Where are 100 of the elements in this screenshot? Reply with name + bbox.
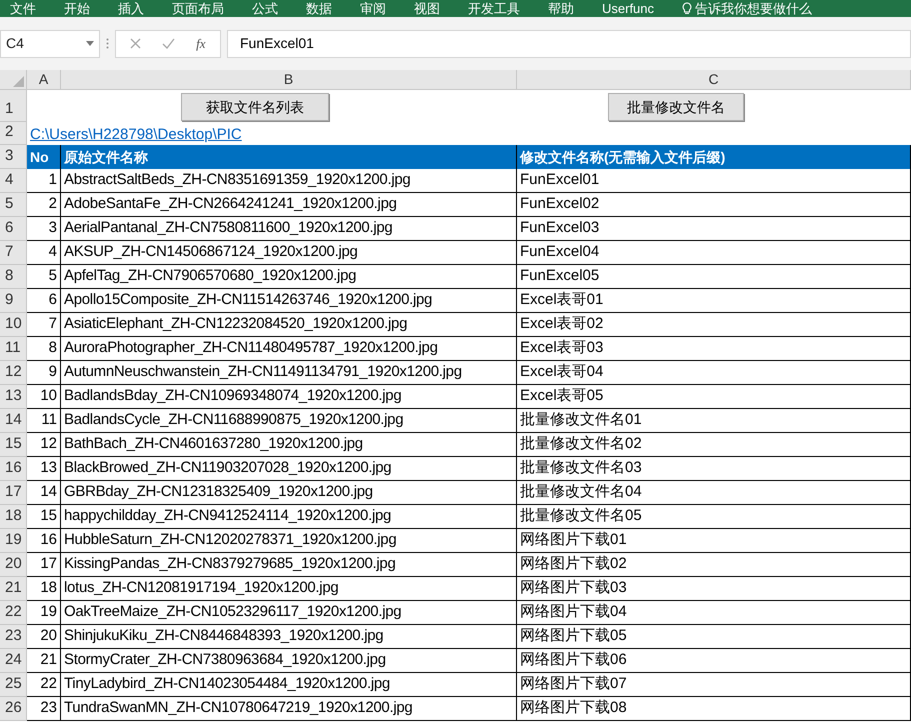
- number-cell: 16: [27, 529, 61, 553]
- row-header[interactable]: 17: [0, 481, 27, 505]
- filename-cell: AdobeSantaFe_ZH-CN2664241241_1920x1200.jpg: [61, 193, 517, 217]
- new-name-cell[interactable]: 网络图片下载01: [517, 529, 911, 553]
- row-header[interactable]: 13: [0, 385, 27, 409]
- number-cell: 6: [27, 289, 61, 313]
- ribbon-tab[interactable]: 页面布局: [172, 0, 224, 17]
- tell-me-search[interactable]: 告诉我你想要做什么: [695, 0, 812, 17]
- row-header[interactable]: 26: [0, 697, 27, 721]
- number-cell: 19: [27, 601, 61, 625]
- new-name-cell[interactable]: 网络图片下载06: [517, 649, 911, 673]
- column-header[interactable]: A: [27, 70, 61, 90]
- row-header[interactable]: 11: [0, 337, 27, 361]
- ribbon-tab[interactable]: 审阅: [360, 0, 386, 17]
- filename-cell: AKSUP_ZH-CN14506867124_1920x1200.jpg: [61, 241, 517, 265]
- row-header[interactable]: 9: [0, 289, 27, 313]
- row-header[interactable]: 24: [0, 649, 27, 673]
- number-cell: 23: [27, 697, 61, 721]
- new-name-cell[interactable]: 网络图片下载05: [517, 625, 911, 649]
- column-header[interactable]: C: [517, 70, 911, 90]
- new-name-cell[interactable]: 批量修改文件名01: [517, 409, 911, 433]
- filename-cell: happychildday_ZH-CN9412524114_1920x1200.jpg: [61, 505, 517, 529]
- row-header[interactable]: 22: [0, 601, 27, 625]
- new-name-cell[interactable]: Excel表哥01: [517, 289, 911, 313]
- new-name-cell[interactable]: Excel表哥02: [517, 313, 911, 337]
- new-name-cell[interactable]: FunExcel03: [517, 217, 911, 241]
- row-header[interactable]: 3: [0, 145, 27, 169]
- name-box[interactable]: C4: [0, 30, 100, 58]
- number-cell: 20: [27, 625, 61, 649]
- filename-cell: AutumnNeuschwanstein_ZH-CN11491134791_1920x1200.jpg: [61, 361, 517, 385]
- new-name-cell[interactable]: FunExcel01: [517, 169, 911, 193]
- new-name-cell[interactable]: 网络图片下载02: [517, 553, 911, 577]
- ribbon-tab[interactable]: 插入: [118, 0, 144, 17]
- row-header[interactable]: 14: [0, 409, 27, 433]
- row-header[interactable]: 7: [0, 241, 27, 265]
- new-name-cell[interactable]: Excel表哥03: [517, 337, 911, 361]
- filename-cell: AsiaticElephant_ZH-CN12232084520_1920x1200.jpg: [61, 313, 517, 337]
- checkmark-icon[interactable]: [162, 38, 176, 49]
- row-header[interactable]: 8: [0, 265, 27, 289]
- number-cell: 3: [27, 217, 61, 241]
- ribbon-tab[interactable]: 视图: [414, 0, 440, 17]
- number-cell: 14: [27, 481, 61, 505]
- row-header[interactable]: 10: [0, 313, 27, 337]
- row-header[interactable]: 12: [0, 361, 27, 385]
- row-header[interactable]: 21: [0, 577, 27, 601]
- new-name-cell[interactable]: FunExcel02: [517, 193, 911, 217]
- row-header[interactable]: 6: [0, 217, 27, 241]
- filename-cell: OakTreeMaize_ZH-CN10523296117_1920x1200.jpg: [61, 601, 517, 625]
- grip-dots-icon: [106, 38, 109, 49]
- column-header[interactable]: B: [61, 70, 517, 90]
- row-header[interactable]: 25: [0, 673, 27, 697]
- lightbulb-icon: [682, 2, 692, 15]
- new-name-cell[interactable]: 批量修改文件名05: [517, 505, 911, 529]
- select-all-corner[interactable]: [0, 70, 27, 90]
- macro-button[interactable]: 获取文件名列表: [181, 93, 329, 121]
- row-header[interactable]: 15: [0, 433, 27, 457]
- filename-cell: ShinjukuKiku_ZH-CN8446848393_1920x1200.jpg: [61, 625, 517, 649]
- filename-cell: GBRBday_ZH-CN12318325409_1920x1200.jpg: [61, 481, 517, 505]
- row-header[interactable]: 5: [0, 193, 27, 217]
- row-header[interactable]: 16: [0, 457, 27, 481]
- column-heading: No: [27, 145, 61, 169]
- formula-input-field[interactable]: FunExcel01: [227, 30, 911, 58]
- ribbon-tab[interactable]: 数据: [306, 0, 332, 17]
- new-name-cell[interactable]: 网络图片下载03: [517, 577, 911, 601]
- ribbon-tab[interactable]: 文件: [10, 0, 36, 17]
- number-cell: 11: [27, 409, 61, 433]
- folder-path-link[interactable]: C:\Users\H228798\Desktop\PIC: [30, 125, 242, 145]
- filename-cell: AerialPantanal_ZH-CN7580811600_1920x1200.jpg: [61, 217, 517, 241]
- new-name-cell[interactable]: 网络图片下载08: [517, 697, 911, 721]
- corner-triangle-icon: [13, 76, 24, 87]
- ribbon-tab[interactable]: 开始: [64, 0, 90, 17]
- new-name-cell[interactable]: 批量修改文件名03: [517, 457, 911, 481]
- new-name-cell[interactable]: FunExcel05: [517, 265, 911, 289]
- row-header[interactable]: 20: [0, 553, 27, 577]
- macro-button[interactable]: 批量修改文件名: [608, 93, 744, 121]
- row-header[interactable]: 1: [0, 90, 27, 122]
- insert-function-button[interactable]: fx: [196, 34, 206, 54]
- cancel-icon[interactable]: [130, 38, 142, 49]
- new-name-cell[interactable]: Excel表哥04: [517, 361, 911, 385]
- ribbon-tab[interactable]: Userfunc: [602, 0, 654, 17]
- new-name-cell[interactable]: 网络图片下载07: [517, 673, 911, 697]
- new-name-cell[interactable]: 批量修改文件名04: [517, 481, 911, 505]
- row-header[interactable]: 18: [0, 505, 27, 529]
- filename-cell: StormyCrater_ZH-CN7380963684_1920x1200.jpg: [61, 649, 517, 673]
- row-header[interactable]: 19: [0, 529, 27, 553]
- row-header[interactable]: 2: [0, 122, 27, 145]
- ribbon-tab[interactable]: 帮助: [548, 0, 574, 17]
- filename-cell: AuroraPhotographer_ZH-CN11480495787_1920x1200.jpg: [61, 337, 517, 361]
- ribbon-tab[interactable]: 开发工具: [468, 0, 520, 17]
- filename-cell: KissingPandas_ZH-CN8379279685_1920x1200.jpg: [61, 553, 517, 577]
- dropdown-arrow-icon[interactable]: [86, 41, 94, 46]
- number-cell: 4: [27, 241, 61, 265]
- row-header[interactable]: 23: [0, 625, 27, 649]
- new-name-cell[interactable]: FunExcel04: [517, 241, 911, 265]
- new-name-cell[interactable]: Excel表哥05: [517, 385, 911, 409]
- new-name-cell[interactable]: 批量修改文件名02: [517, 433, 911, 457]
- row-header[interactable]: 4: [0, 169, 27, 193]
- filename-cell: Apollo15Composite_ZH-CN11514263746_1920x1200.jpg: [61, 289, 517, 313]
- new-name-cell[interactable]: 网络图片下载04: [517, 601, 911, 625]
- ribbon-tab[interactable]: 公式: [252, 0, 278, 17]
